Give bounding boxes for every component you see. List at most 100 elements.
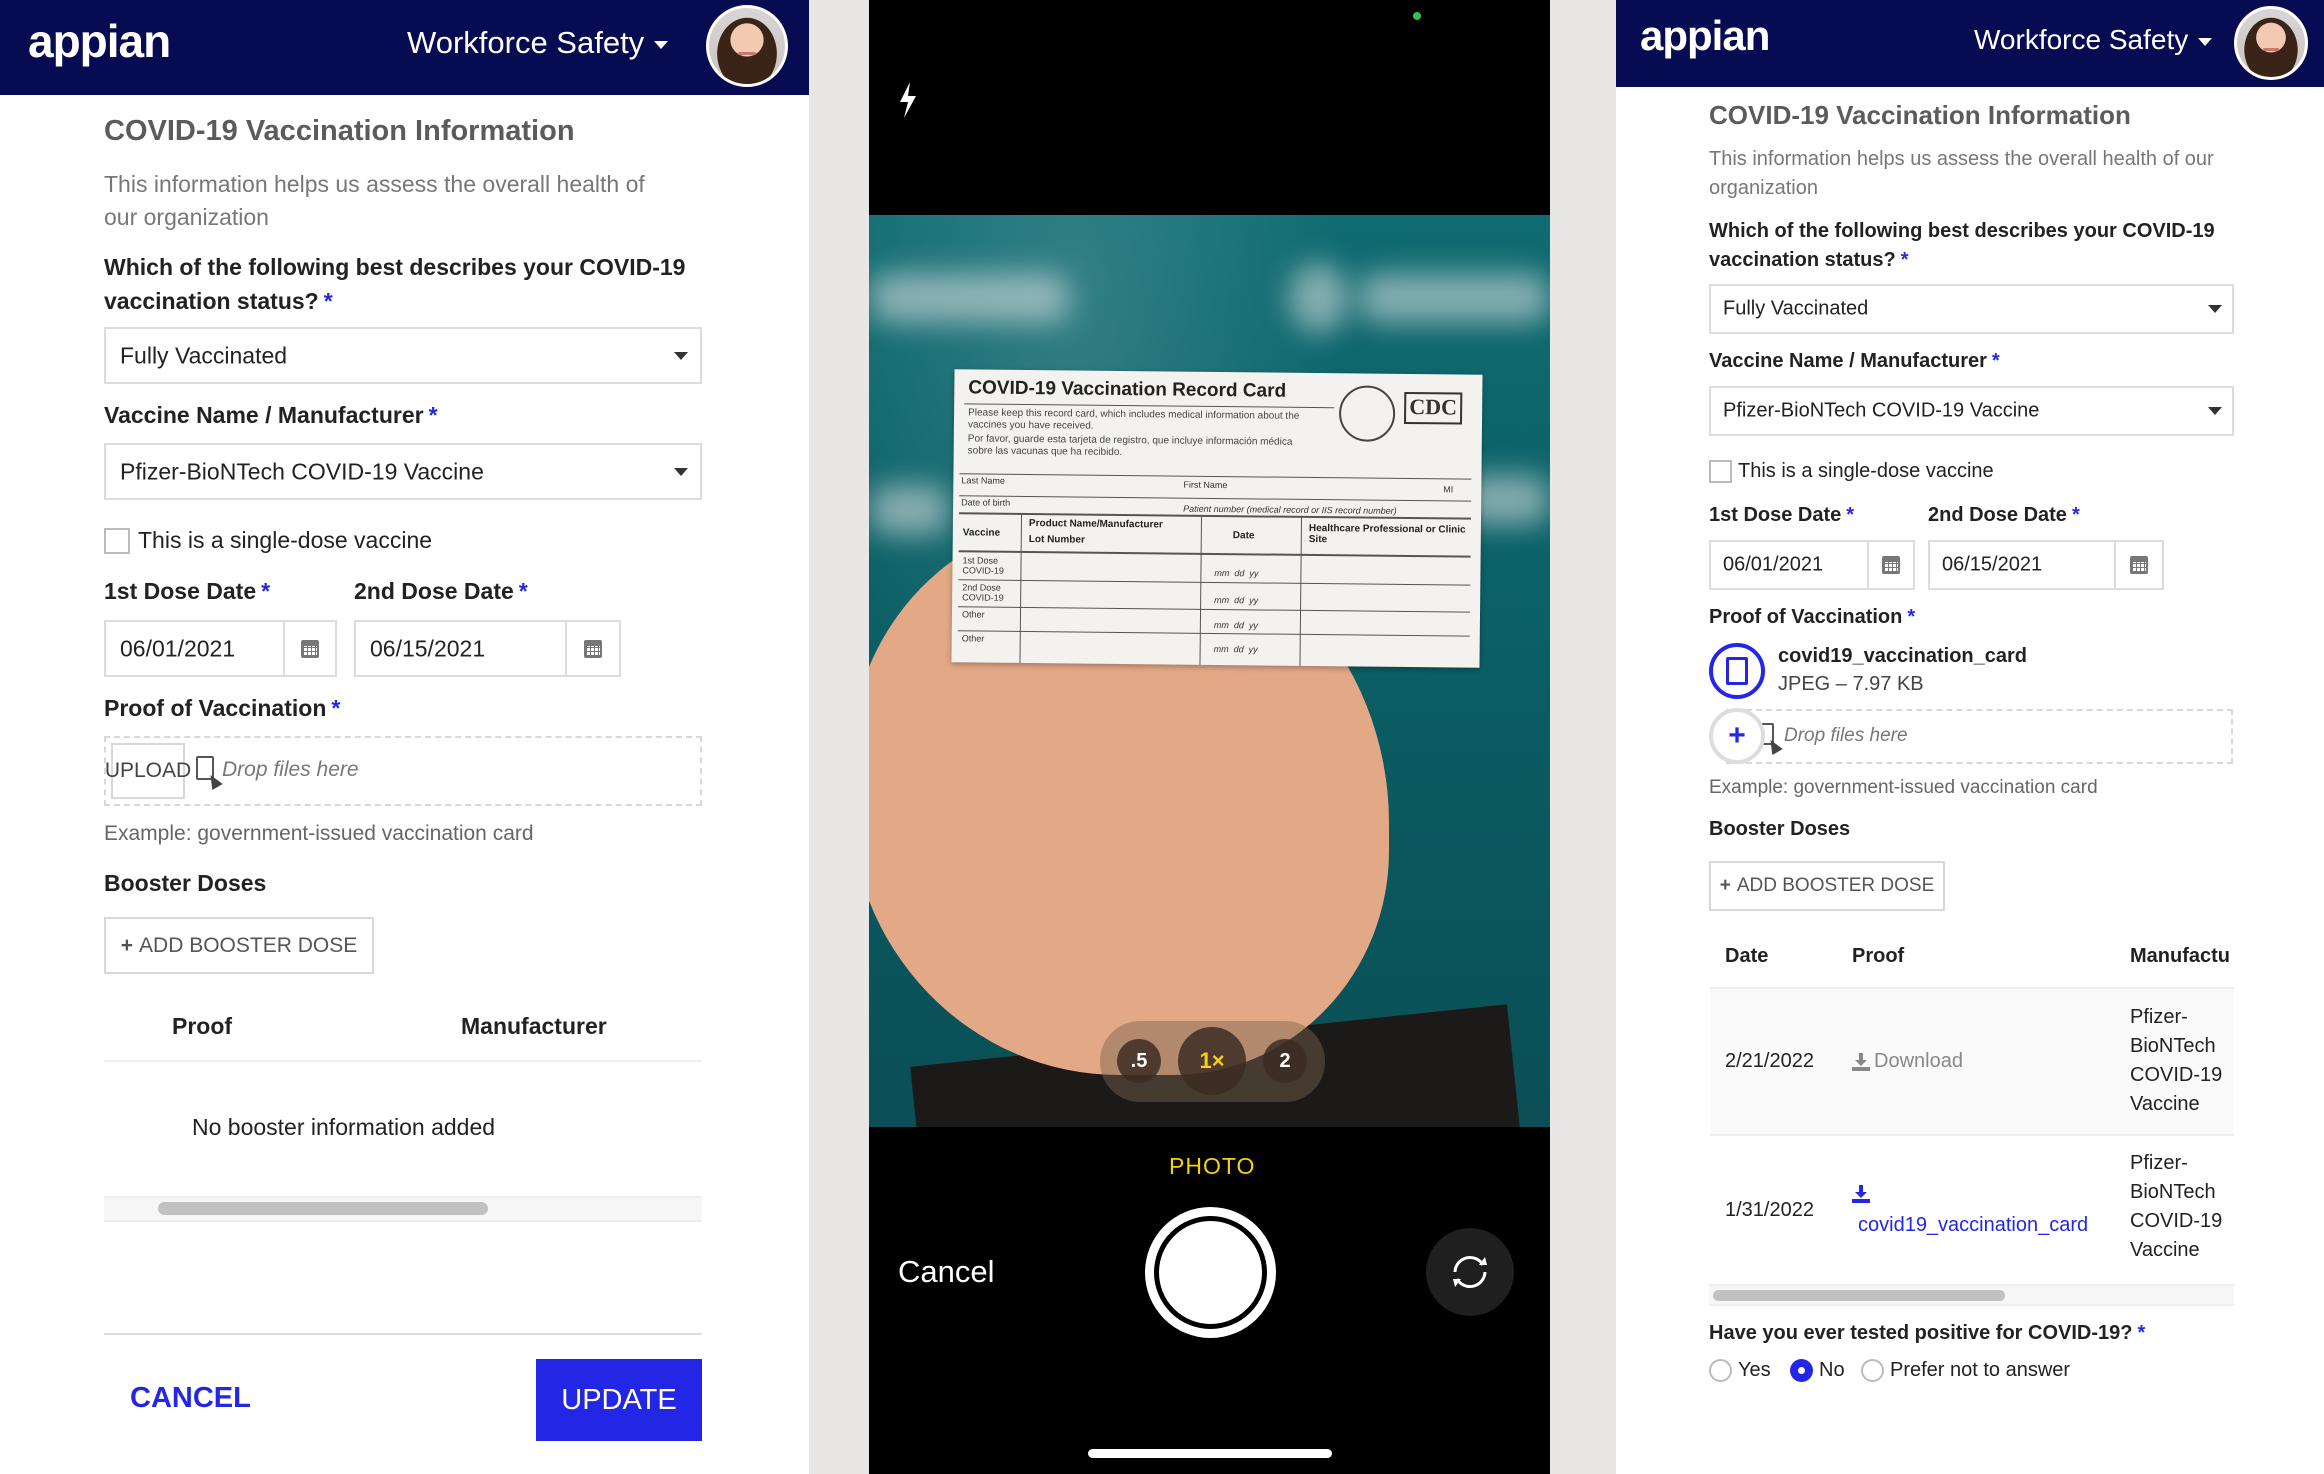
- vaccine-label: Vaccine Name / Manufacturer *: [1709, 350, 2000, 373]
- vaccine-manufacturer-select[interactable]: Pfizer-BioNTech COVID-19 Vaccine: [104, 443, 702, 500]
- selected-value: Pfizer-BioNTech COVID-19 Vaccine: [1723, 399, 2040, 422]
- single-dose-label[interactable]: This is a single-dose vaccine: [138, 527, 432, 554]
- form-title: COVID-19 Vaccination Information: [1709, 100, 2131, 130]
- card-text-es: Por favor, guarde esta tarjeta de regist…: [967, 433, 1293, 458]
- app-name: Workforce Safety: [1974, 24, 2189, 55]
- selected-value: Fully Vaccinated: [1723, 297, 1869, 320]
- card-first-name: First Name: [1183, 479, 1228, 491]
- radio-yes-label[interactable]: Yes: [1738, 1359, 1771, 1382]
- calendar-icon: [301, 639, 319, 658]
- download-link[interactable]: Download: [1852, 1050, 1963, 1073]
- card-date-format: mm dd yy: [1213, 619, 1258, 631]
- dose2-label-text: 2nd Dose Date: [354, 578, 514, 604]
- background-logo-blur: [1359, 273, 1550, 323]
- vaccination-status-select[interactable]: Fully Vaccinated: [1709, 284, 2234, 334]
- file-drop-zone[interactable]: Drop files here: [1726, 709, 2233, 764]
- table-scrollbar[interactable]: [104, 1196, 702, 1222]
- dose2-date-input[interactable]: 06/15/2021: [1928, 540, 2164, 590]
- calendar-button[interactable]: [283, 622, 335, 675]
- single-dose-checkbox[interactable]: [104, 528, 130, 554]
- zoom-0.5x-button[interactable]: .5: [1117, 1039, 1161, 1083]
- single-dose-checkbox[interactable]: [1709, 460, 1732, 483]
- upload-button[interactable]: UPLOAD: [105, 743, 191, 799]
- uploaded-file-icon[interactable]: [1709, 643, 1765, 699]
- app-switcher[interactable]: Workforce Safety: [407, 25, 669, 61]
- plus-icon: +: [120, 933, 134, 957]
- table-header-proof: Proof: [1852, 945, 1905, 967]
- table-scrollbar[interactable]: [1709, 1284, 2234, 1306]
- flip-camera-button[interactable]: [1426, 1228, 1514, 1316]
- status-label: Which of the following best describes yo…: [1709, 217, 2249, 275]
- add-file-button[interactable]: +: [1709, 708, 1765, 764]
- form-subtitle: This information helps us assess the ove…: [1709, 148, 2214, 199]
- appian-logo[interactable]: appian: [1640, 12, 1770, 60]
- vaccine-manufacturer-select[interactable]: Pfizer-BioNTech COVID-19 Vaccine: [1709, 386, 2234, 436]
- dose2-date-input[interactable]: 06/15/2021: [354, 620, 621, 677]
- single-dose-label[interactable]: This is a single-dose vaccine: [1738, 460, 1994, 483]
- proof-help-text: Example: government-issued vaccination c…: [1709, 777, 2098, 798]
- flash-icon[interactable]: [896, 80, 920, 120]
- proof-file-link[interactable]: covid19_vaccination_card: [1858, 1214, 2088, 1237]
- manufacturer-line: Pfizer-: [2130, 1006, 2188, 1028]
- uploaded-file-name[interactable]: covid19_vaccination_card: [1778, 645, 2027, 668]
- card-table-head-rule: [958, 550, 1471, 558]
- card-col-product: Product Name/Manufacturer: [1028, 518, 1163, 531]
- radio-yes[interactable]: [1709, 1359, 1732, 1382]
- scrollbar-thumb[interactable]: [158, 1202, 488, 1215]
- zoom-1x-button[interactable]: 1×: [1178, 1027, 1246, 1095]
- selected-value: Fully Vaccinated: [120, 342, 288, 368]
- calendar-icon: [584, 639, 602, 658]
- vaccination-status-select[interactable]: Fully Vaccinated: [104, 327, 702, 384]
- home-indicator[interactable]: [1088, 1449, 1332, 1458]
- hhs-seal: [1338, 385, 1396, 442]
- card-col-rule: [1199, 514, 1203, 665]
- manufacturer-line: Vaccine: [2130, 1093, 2200, 1115]
- download-icon[interactable]: [1852, 1185, 1870, 1203]
- manufacturer-line: BioNTech: [2130, 1035, 2216, 1057]
- add-booster-button[interactable]: + ADD BOOSTER DOSE: [1709, 861, 1945, 911]
- card-col-date: Date: [1232, 530, 1255, 542]
- card-col-rule: [1299, 515, 1303, 666]
- calendar-button[interactable]: [565, 622, 619, 675]
- user-avatar[interactable]: [2234, 6, 2308, 80]
- camera-cancel-button[interactable]: Cancel: [898, 1254, 995, 1290]
- radio-no-label[interactable]: No: [1819, 1359, 1845, 1382]
- camera-viewfinder[interactable]: COVID-19 Vaccination Record Card Please …: [869, 215, 1550, 1127]
- calendar-button[interactable]: [2114, 542, 2162, 588]
- cancel-button[interactable]: CANCEL: [130, 1382, 251, 1415]
- calendar-button[interactable]: [1867, 542, 1913, 588]
- dose1-date-input[interactable]: 06/01/2021: [1709, 540, 1915, 590]
- date-value: 06/15/2021: [1942, 553, 2043, 576]
- required-marker: *: [1900, 249, 1909, 271]
- status-question: Which of the following best describes yo…: [104, 254, 686, 314]
- required-marker: *: [1991, 350, 2000, 372]
- required-marker: *: [518, 578, 528, 604]
- appian-logo[interactable]: appian: [28, 14, 171, 68]
- background-logo-blur: [869, 485, 949, 535]
- shutter-button[interactable]: [1145, 1207, 1276, 1338]
- add-booster-button[interactable]: + ADD BOOSTER DOSE: [104, 917, 374, 974]
- zoom-2x-button[interactable]: 2: [1263, 1039, 1307, 1083]
- radio-no[interactable]: [1790, 1359, 1813, 1382]
- calendar-icon: [2130, 556, 2148, 574]
- camera-indicator-dot: [1413, 12, 1421, 20]
- app-switcher[interactable]: Workforce Safety: [1974, 24, 2213, 56]
- radio-prefer-not-label[interactable]: Prefer not to answer: [1890, 1359, 2070, 1382]
- file-drop-zone[interactable]: UPLOAD Drop files here: [104, 736, 702, 806]
- card-col-vaccine: Vaccine: [962, 527, 1001, 539]
- empty-table-message: No booster information added: [192, 1114, 496, 1140]
- chevron-down-icon: [2208, 305, 2222, 313]
- user-avatar[interactable]: [706, 5, 788, 87]
- proof-label-text: Proof of Vaccination: [104, 695, 327, 721]
- update-button[interactable]: UPDATE: [536, 1359, 702, 1441]
- card-col-rule: [1019, 512, 1023, 663]
- radio-prefer-not[interactable]: [1861, 1359, 1884, 1382]
- card-dob: Date of birth: [961, 497, 1011, 508]
- required-marker: *: [428, 402, 438, 428]
- chevron-down-icon: [674, 467, 688, 476]
- camera-mode-photo[interactable]: PHOTO: [1169, 1153, 1255, 1180]
- card-row-label: 1st Dose COVID-19: [962, 555, 1005, 576]
- dose1-date-input[interactable]: 06/01/2021: [104, 620, 337, 677]
- scrollbar-thumb[interactable]: [1713, 1290, 2005, 1301]
- chevron-down-icon: [2198, 37, 2213, 46]
